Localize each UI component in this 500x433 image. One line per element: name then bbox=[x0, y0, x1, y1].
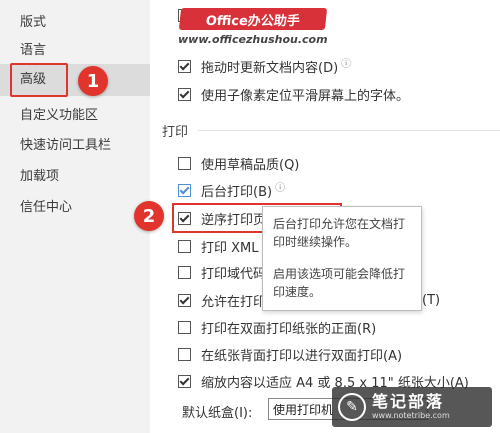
highlight-box-advanced bbox=[10, 63, 68, 97]
checkbox[interactable] bbox=[178, 265, 191, 279]
option-allow-print-suffix: (T) bbox=[422, 290, 440, 310]
section-divider bbox=[198, 130, 500, 131]
checkbox[interactable] bbox=[178, 320, 191, 334]
print-section-title: 打印 bbox=[162, 125, 189, 140]
checkbox-checked[interactable] bbox=[178, 374, 191, 388]
option-label: 允许在打印 bbox=[201, 294, 267, 310]
checkbox[interactable] bbox=[178, 156, 191, 170]
option-label: 打印域代码 bbox=[201, 266, 267, 282]
corner-watermark-title: 笔记部落 bbox=[372, 392, 445, 411]
pen-icon: ✎ bbox=[338, 393, 366, 421]
step-badge-2: 2 bbox=[134, 201, 164, 231]
option-label: 打印在双面打印纸张的正面(R) bbox=[201, 321, 377, 337]
option-update-while-dragging[interactable]: 拖动时更新文档内容(D) ⓘ bbox=[178, 56, 351, 76]
option-label: 使用子像素定位平滑屏幕上的字体。 bbox=[201, 88, 410, 104]
background-print-tooltip: 后台打印允许您在文档打印时继续操作。 启用该选项可能会降低打印速度。 bbox=[262, 206, 422, 311]
sidebar-item-trust-center[interactable]: 信任中心 bbox=[20, 199, 72, 217]
default-tray-label: 默认纸盒(I): bbox=[182, 406, 253, 421]
option-print-xml[interactable]: 打印 XML bbox=[178, 236, 259, 256]
option-label: 打印 XML bbox=[201, 240, 259, 256]
option-label-suffix: (T) bbox=[422, 292, 441, 308]
info-icon: ⓘ bbox=[341, 58, 352, 70]
info-icon: ⓘ bbox=[275, 182, 286, 194]
sidebar-item-customize-ribbon[interactable]: 自定义功能区 bbox=[20, 107, 98, 125]
option-label: 使用草稿品质(Q) bbox=[201, 157, 300, 173]
checkbox[interactable] bbox=[178, 347, 191, 361]
option-subpixel-font[interactable]: 使用子像素定位平滑屏幕上的字体。 bbox=[178, 84, 409, 104]
corner-watermark: ✎ 笔记部落 www.notetribe.com bbox=[332, 387, 492, 427]
option-label: 拖动时更新文档内容(D) bbox=[201, 60, 339, 76]
step-badge-1: 1 bbox=[78, 66, 108, 96]
watermark-banner: Office办公助手 bbox=[178, 8, 328, 30]
watermark-url: www.officezhushou.com bbox=[178, 33, 328, 46]
option-label: 后台打印(B) bbox=[201, 184, 273, 200]
tooltip-line-1: 后台打印允许您在文档打印时继续操作。 bbox=[273, 217, 406, 249]
sidebar-item-language[interactable]: 语言 bbox=[20, 42, 46, 60]
checkbox-checked[interactable] bbox=[178, 293, 191, 307]
option-print-front-duplex[interactable]: 打印在双面打印纸张的正面(R) bbox=[178, 317, 376, 337]
sidebar-item-quick-access-toolbar[interactable]: 快速访问工具栏 bbox=[20, 137, 111, 155]
checkbox-checked[interactable] bbox=[178, 87, 191, 101]
corner-watermark-text: 笔记部落 www.notetribe.com bbox=[372, 393, 450, 421]
option-print-field-codes[interactable]: 打印域代码 bbox=[178, 262, 266, 282]
option-allow-print[interactable]: 允许在打印 bbox=[178, 290, 266, 310]
sidebar-item-add-ins[interactable]: 加载项 bbox=[20, 168, 59, 186]
checkbox-checked[interactable] bbox=[178, 59, 191, 73]
option-background-print[interactable]: 后台打印(B) ⓘ bbox=[178, 180, 285, 200]
option-print-back-duplex[interactable]: 在纸张背面打印以进行双面打印(A) bbox=[178, 344, 402, 364]
checkbox[interactable] bbox=[178, 239, 191, 253]
option-draft-quality[interactable]: 使用草稿品质(Q) bbox=[178, 153, 299, 173]
checkbox-checked[interactable] bbox=[178, 183, 191, 197]
option-label: 在纸张背面打印以进行双面打印(A) bbox=[201, 348, 403, 364]
sidebar-item-layout[interactable]: 版式 bbox=[20, 14, 46, 32]
options-sidebar: 版式 语言 高级 自定义功能区 快速访问工具栏 加载项 信任中心 bbox=[0, 0, 150, 433]
corner-watermark-url: www.notetribe.com bbox=[372, 411, 450, 420]
tooltip-line-2: 启用该选项可能会降低打印速度。 bbox=[273, 267, 406, 299]
